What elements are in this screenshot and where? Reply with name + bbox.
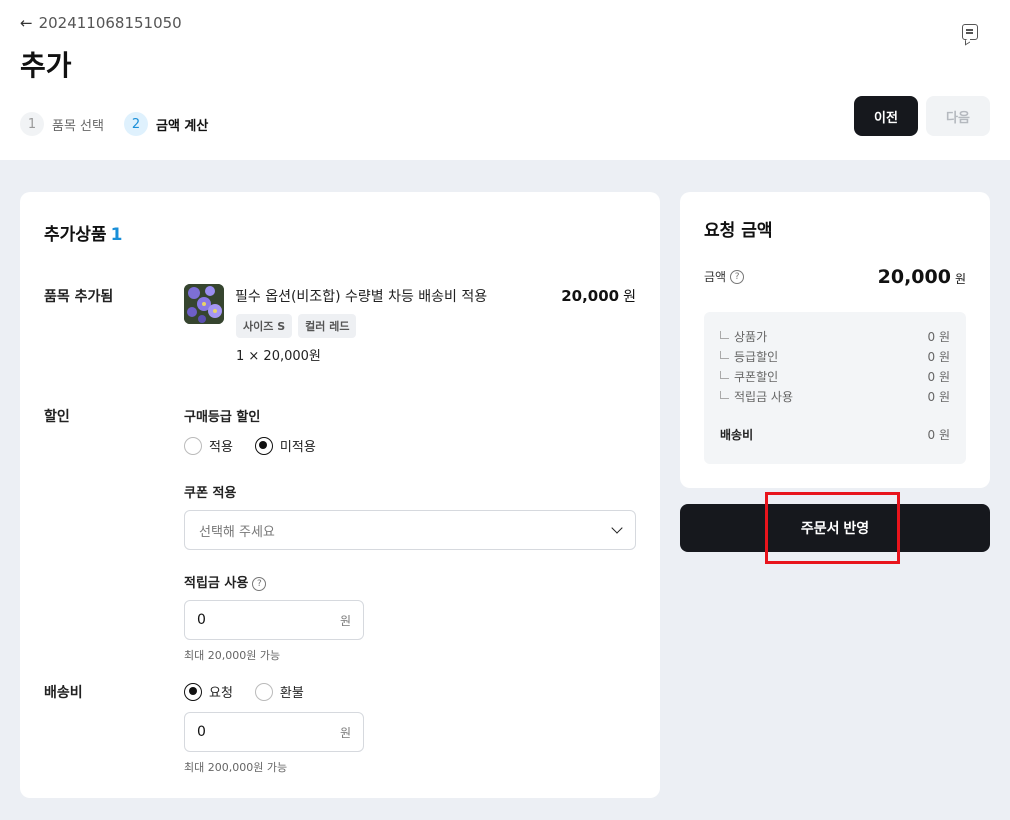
breakdown-value: 0 원 — [927, 350, 951, 364]
sub-item-arrow-icon — [720, 370, 729, 379]
price-unit: 원 — [623, 289, 636, 305]
product-price: 20,000 원 — [561, 286, 636, 306]
breakdown-value: 0 원 — [927, 330, 951, 344]
shipping-value: 0 — [197, 724, 206, 740]
request-amount-card: 요청 금액 금액? 20,000 원 상품가 0 원 등급할인 0 원 쿠폰할인 … — [680, 192, 990, 488]
shipping-radios: 요청 환불 — [184, 682, 304, 701]
radio-label: 미적용 — [279, 440, 316, 455]
card-title: 추가상품 1 — [44, 220, 122, 245]
breakdown-row: 상품가 0 원 — [720, 328, 950, 345]
order-id: 202411068151050 — [38, 14, 182, 32]
back-link[interactable]: ← 202411068151050 — [20, 14, 182, 32]
shipping-hint: 최대 200,000원 가능 — [184, 761, 288, 774]
added-products-card: 추가상품 1 품목 추가됨 필수 옵션(비조합) 수량별 차등 배송비 적용 20… — [20, 192, 660, 798]
prev-button[interactable]: 이전 — [854, 96, 918, 136]
row-label-added: 품목 추가됨 — [44, 289, 114, 305]
sub-item-arrow-icon — [720, 350, 729, 359]
amount-breakdown: 상품가 0 원 등급할인 0 원 쿠폰할인 0 원 적립금 사용 0 원 배송비… — [704, 312, 966, 464]
breakdown-label: 상품가 — [734, 330, 768, 344]
breakdown-value: 0 원 — [927, 390, 951, 404]
points-label-text: 적립금 사용 — [184, 576, 249, 591]
option-chips: 사이즈 S 컬러 레드 — [236, 314, 357, 338]
next-button[interactable]: 다음 — [926, 96, 990, 136]
points-label: 적립금 사용? — [184, 572, 267, 591]
apply-to-order-button[interactable]: 주문서 반영 — [680, 504, 990, 552]
radio-apply[interactable]: 적용 — [184, 436, 233, 455]
radio-not-apply[interactable]: 미적용 — [254, 436, 316, 455]
breakdown-label: 쿠폰할인 — [734, 370, 779, 384]
stepper: 1 품목 선택 2 금액 계산 — [20, 112, 208, 136]
amount-value: 20,000 — [877, 266, 951, 288]
help-icon[interactable]: ? — [730, 269, 745, 284]
breakdown-value: 0 원 — [927, 428, 951, 442]
option-chip-size: 사이즈 S — [236, 314, 293, 338]
step-select-items[interactable]: 1 품목 선택 — [20, 112, 104, 136]
quantity-line: 1 × 20,000원 — [236, 349, 321, 364]
coupon-select[interactable]: 선택해 주세요 — [184, 510, 636, 550]
points-value: 0 — [197, 612, 206, 628]
points-hint: 최대 20,000원 가능 — [184, 649, 281, 662]
amount-total: 20,000 원 — [878, 266, 966, 288]
step-label: 품목 선택 — [52, 118, 104, 134]
step-number: 2 — [123, 112, 148, 136]
message-square-icon[interactable] — [962, 24, 978, 40]
breakdown-row: 등급할인 0 원 — [720, 348, 950, 365]
breakdown-row: 적립금 사용 0 원 — [720, 388, 950, 405]
amount-unit: 원 — [954, 272, 966, 286]
back-arrow-icon[interactable]: ← — [20, 14, 33, 32]
coupon-label: 쿠폰 적용 — [184, 486, 237, 501]
radio-label: 적용 — [209, 440, 233, 455]
points-input[interactable]: 0 원 — [184, 600, 364, 640]
radio-label: 요청 — [209, 686, 233, 701]
radio-circle[interactable] — [184, 436, 202, 455]
item-count: 1 — [110, 225, 123, 245]
option-chip-color: 컬러 레드 — [298, 314, 357, 338]
sub-item-arrow-icon — [720, 330, 729, 339]
radio-circle[interactable] — [184, 682, 202, 701]
product-name: 필수 옵션(비조합) 수량별 차등 배송비 적용 — [235, 289, 488, 305]
points-unit: 원 — [339, 613, 351, 628]
amount-label: 금액? — [704, 268, 745, 285]
shipping-unit: 원 — [339, 725, 351, 740]
step-label: 금액 계산 — [155, 118, 209, 134]
chevron-down-icon — [611, 522, 623, 534]
product-thumbnail — [184, 284, 224, 324]
radio-refund[interactable]: 환불 — [254, 682, 304, 701]
help-icon[interactable]: ? — [252, 576, 267, 591]
page-title: 추가 — [20, 49, 72, 82]
radio-request[interactable]: 요청 — [184, 682, 233, 701]
breakdown-row: 쿠폰할인 0 원 — [720, 368, 950, 385]
step-number: 1 — [20, 112, 44, 136]
breakdown-shipping-row: 배송비 0 원 — [720, 426, 950, 443]
step-calculate-amount[interactable]: 2 금액 계산 — [123, 112, 209, 136]
radio-label: 환불 — [279, 686, 304, 701]
radio-circle[interactable] — [254, 436, 273, 455]
grade-discount-label: 구매등급 할인 — [184, 410, 261, 425]
row-label-shipping: 배송비 — [44, 685, 83, 701]
page-header: ← 202411068151050 추가 1 품목 선택 2 금액 계산 이전 … — [0, 0, 1010, 160]
breakdown-label: 등급할인 — [734, 350, 779, 364]
coupon-placeholder: 선택해 주세요 — [199, 524, 275, 540]
grade-discount-radios: 적용 미적용 — [184, 436, 316, 455]
row-label-discount: 할인 — [44, 409, 70, 425]
radio-circle[interactable] — [254, 682, 273, 701]
breakdown-label: 배송비 — [720, 428, 754, 442]
breakdown-label: 적립금 사용 — [734, 390, 794, 404]
card-title-text: 추가상품 — [44, 225, 107, 245]
breakdown-value: 0 원 — [927, 370, 951, 384]
summary-title: 요청 금액 — [704, 221, 773, 241]
sub-item-arrow-icon — [720, 390, 729, 399]
price-value: 20,000 — [561, 287, 620, 305]
amount-label-text: 금액 — [704, 270, 727, 284]
shipping-input[interactable]: 0 원 — [184, 712, 364, 752]
